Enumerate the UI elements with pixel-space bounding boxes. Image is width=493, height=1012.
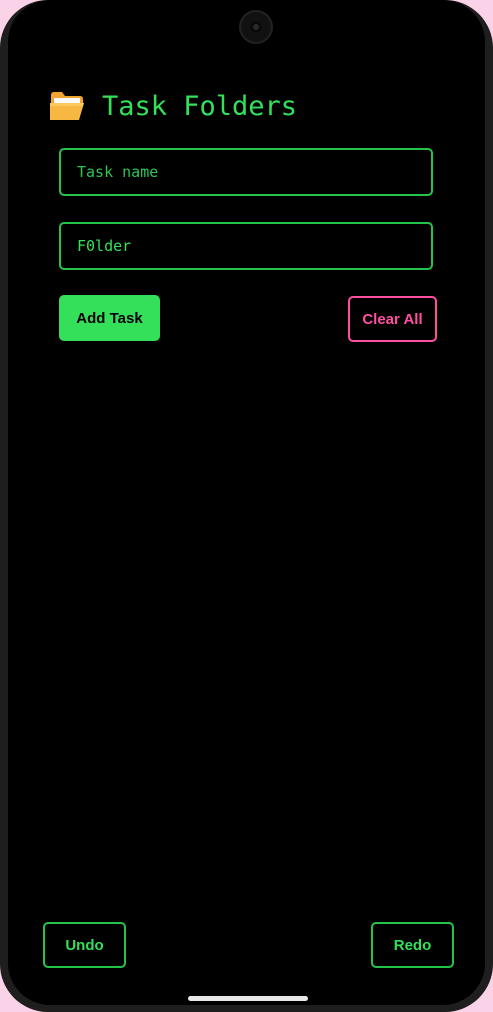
undo-button[interactable]: Undo (43, 922, 126, 968)
page-title: Task Folders (102, 90, 298, 122)
front-camera (241, 12, 271, 42)
open-folder-icon (48, 89, 86, 123)
task-name-field[interactable] (59, 148, 433, 196)
device-frame: Task Folders Add Task Clear All Undo Red… (0, 0, 493, 1012)
camera-lens (250, 21, 262, 33)
task-name-input[interactable] (61, 150, 431, 194)
folder-input[interactable] (61, 224, 431, 268)
folder-field[interactable] (59, 222, 433, 270)
header: Task Folders (48, 82, 297, 130)
home-indicator[interactable] (188, 996, 308, 1001)
clear-all-button[interactable]: Clear All (348, 296, 437, 342)
redo-button[interactable]: Redo (371, 922, 454, 968)
add-task-button[interactable]: Add Task (59, 295, 160, 341)
app-screen: Task Folders Add Task Clear All Undo Red… (8, 0, 485, 1005)
